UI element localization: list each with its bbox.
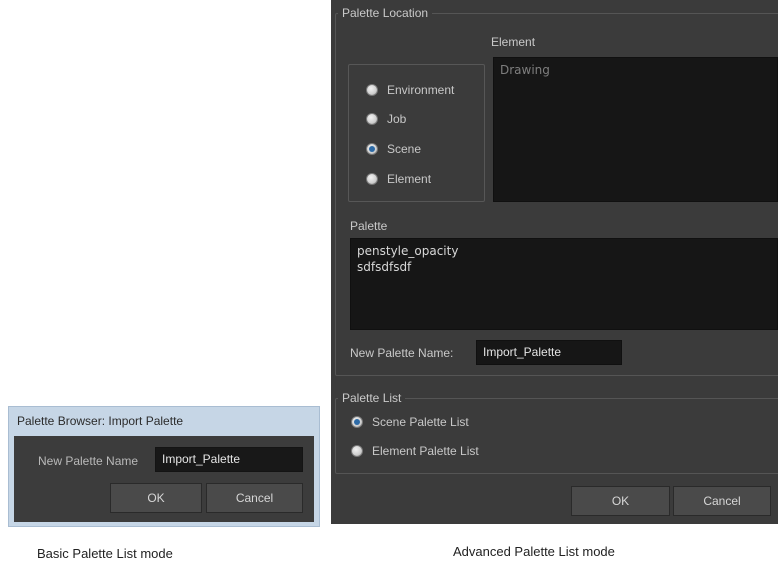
dialog-title: Palette Browser: Import Palette [17,414,184,428]
element-list[interactable]: Drawing [493,57,778,202]
radio-scene-palette-list[interactable]: Scene Palette List [351,413,469,431]
radio-environment-icon[interactable] [366,84,378,96]
palette-label: Palette [350,219,388,233]
advanced-palette-dialog: Palette Location Element Environment Job… [331,0,778,524]
new-palette-name-label: New Palette Name [38,454,139,468]
radio-label: Environment [387,83,455,97]
radio-label: Element [387,172,432,186]
basic-palette-dialog: Palette Browser: Import Palette New Pale… [8,406,320,527]
radio-job[interactable]: Job [366,110,406,128]
dialog-body: New Palette Name Import_Palette OK Cance… [14,436,314,522]
radio-element-palette-list-icon[interactable] [351,445,363,457]
new-palette-name-label: New Palette Name: [350,346,454,360]
radio-scene-palette-list-icon[interactable] [351,416,363,428]
palette-list-group [335,398,778,474]
cancel-button[interactable]: Cancel [673,486,771,516]
palette-list[interactable]: penstyle_opacity sdfsdfsdf [350,238,778,330]
radio-label: Element Palette List [372,444,479,458]
basic-mode-caption: Basic Palette List mode [37,546,173,561]
advanced-mode-caption: Advanced Palette List mode [453,544,615,559]
list-item[interactable]: Drawing [500,62,771,78]
radio-scene-icon[interactable] [366,143,378,155]
radio-label: Scene Palette List [372,415,469,429]
radio-element-palette-list[interactable]: Element Palette List [351,442,479,460]
new-palette-name-input[interactable]: Import_Palette [155,447,303,472]
radio-job-icon[interactable] [366,113,378,125]
radio-element[interactable]: Element [366,170,431,188]
radio-scene[interactable]: Scene [366,140,421,158]
cancel-button[interactable]: Cancel [206,483,303,513]
list-item[interactable]: penstyle_opacity [357,243,771,259]
ok-button[interactable]: OK [571,486,670,516]
element-label: Element [491,35,536,49]
ok-button[interactable]: OK [110,483,202,513]
radio-label: Job [387,112,407,126]
radio-label: Scene [387,142,422,156]
radio-element-icon[interactable] [366,173,378,185]
new-palette-name-input[interactable]: Import_Palette [476,340,622,365]
list-item[interactable]: sdfsdfsdf [357,259,771,275]
palette-location-title: Palette Location [338,6,433,20]
radio-environment[interactable]: Environment [366,81,454,99]
palette-list-title: Palette List [338,391,406,405]
